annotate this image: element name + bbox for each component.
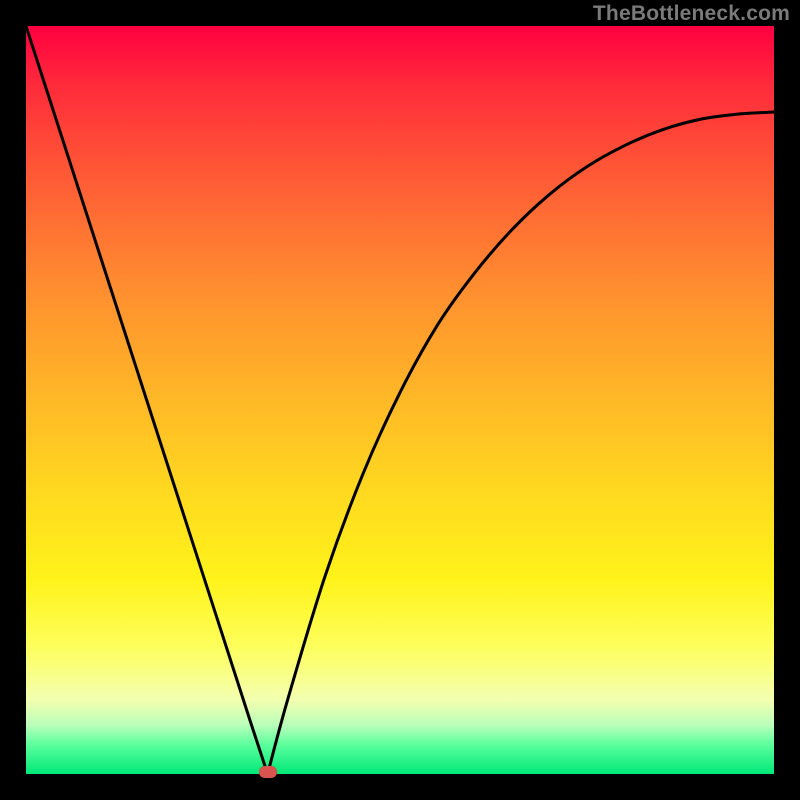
plot-area	[26, 26, 774, 774]
curve-svg	[26, 26, 774, 774]
watermark-label: TheBottleneck.com	[593, 2, 790, 26]
minimum-marker	[259, 766, 277, 778]
chart-frame: TheBottleneck.com	[0, 0, 800, 800]
bottleneck-curve	[26, 26, 774, 774]
